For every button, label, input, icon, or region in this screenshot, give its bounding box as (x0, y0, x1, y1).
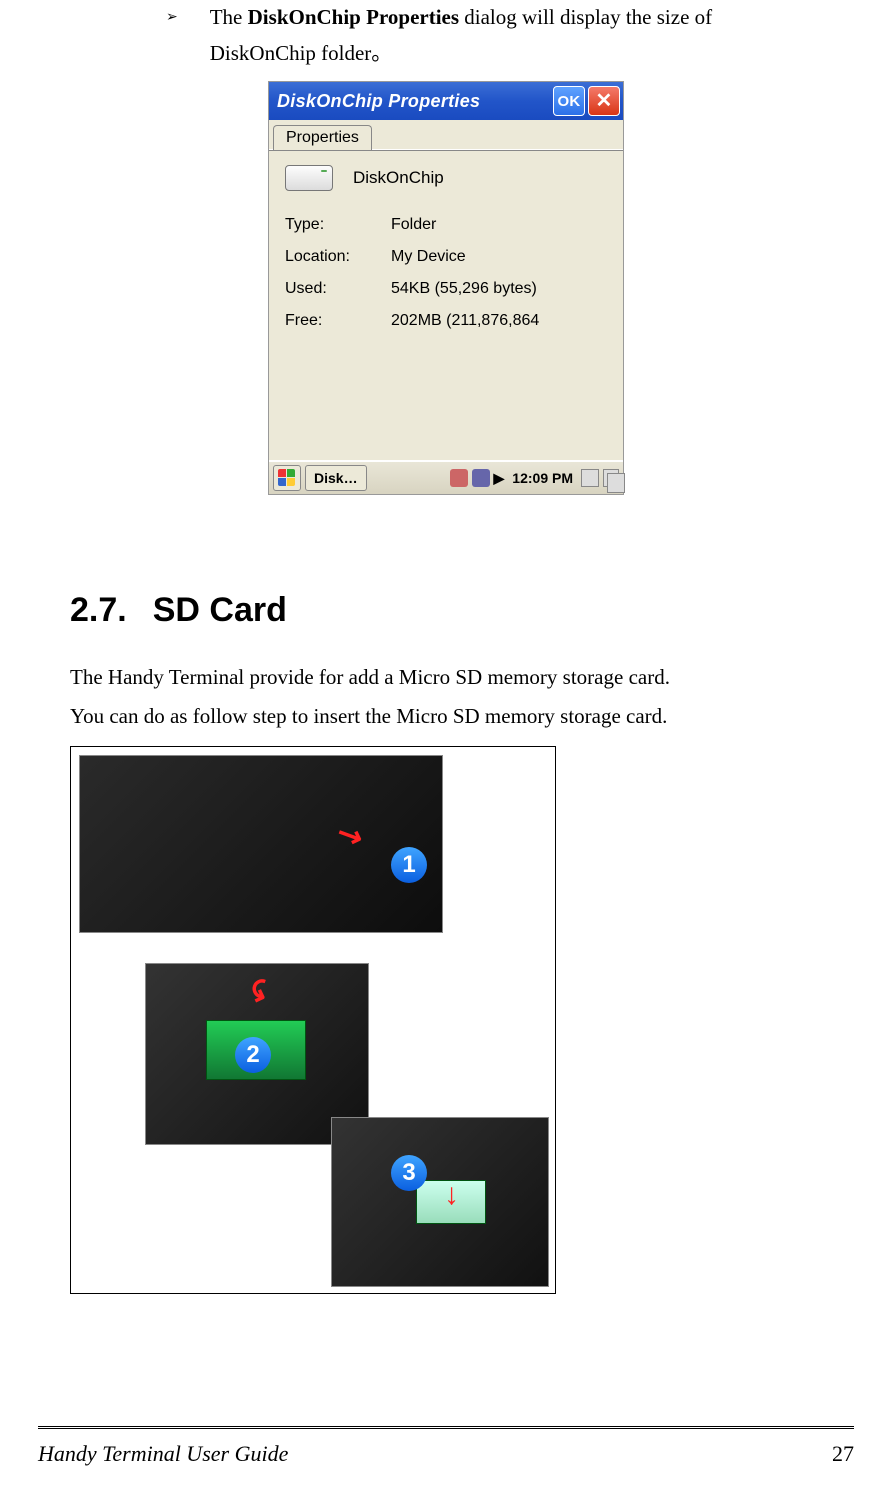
tray-arrow-icon[interactable]: ▶ (494, 470, 505, 487)
tab-strip: Properties (269, 120, 623, 150)
section-number: 2.7. (70, 591, 127, 629)
tab-properties[interactable]: Properties (273, 125, 372, 150)
tab-panel: DiskOnChip Type: Folder Location: My Dev… (269, 150, 623, 460)
label-free: Free: (285, 305, 369, 337)
taskbar-task[interactable]: Disk… (305, 465, 367, 491)
window-title: DiskOnChip Properties (277, 91, 550, 112)
section-heading: 2.7. SD Card (70, 591, 822, 630)
windows-flag-icon (278, 469, 296, 487)
photo-step-1: ↘ (79, 755, 443, 933)
step-marker-3: 3 (391, 1155, 427, 1191)
value-free: 202MB (211,876,864 (391, 305, 539, 337)
clock[interactable]: 12:09 PM (508, 470, 577, 486)
section-body: The Handy Terminal provide for add a Mic… (70, 658, 822, 736)
bullet-text: The DiskOnChip Properties dialog will di… (210, 0, 822, 71)
arrow-icon: ↓ (444, 1178, 459, 1212)
instruction-photo: ↘ ↶ ↓ 1 2 3 (70, 746, 556, 1294)
label-used: Used: (285, 273, 369, 305)
body-line: You can do as follow step to insert the … (70, 697, 822, 736)
ok-button[interactable]: OK (553, 86, 585, 116)
arrow-icon: ↘ (331, 814, 369, 856)
value-location: My Device (391, 241, 466, 273)
section-title: SD Card (153, 591, 287, 629)
tray-icon[interactable] (472, 469, 490, 487)
body-line: The Handy Terminal provide for add a Mic… (70, 658, 822, 697)
tray-windows-icon[interactable] (603, 469, 619, 487)
page-number: 27 (832, 1441, 854, 1467)
value-type: Folder (391, 209, 436, 241)
bullet-symbol: ➢ (166, 0, 178, 71)
close-button[interactable]: ✕ (588, 86, 620, 116)
start-button[interactable] (273, 465, 301, 491)
step-marker-2: 2 (235, 1037, 271, 1073)
bullet-item: ➢ The DiskOnChip Properties dialog will … (166, 0, 822, 71)
step-marker-1: 1 (391, 847, 427, 883)
tray-screen-icon[interactable] (581, 469, 599, 487)
photo-step-3: ↓ (331, 1117, 549, 1287)
arrow-icon: ↶ (242, 974, 283, 1010)
footer-rule (38, 1426, 854, 1429)
object-name: DiskOnChip (353, 168, 444, 188)
tray-icon[interactable] (450, 469, 468, 487)
page-footer: Handy Terminal User Guide 27 (38, 1441, 854, 1467)
value-used: 54KB (55,296 bytes) (391, 273, 537, 305)
taskbar: Disk… ▶ 12:09 PM (269, 460, 623, 494)
footer-title: Handy Terminal User Guide (38, 1441, 288, 1467)
system-tray: ▶ 12:09 PM (450, 469, 619, 487)
screenshot-diskonchip-dialog: DiskOnChip Properties OK ✕ Properties Di… (268, 81, 624, 495)
label-type: Type: (285, 209, 369, 241)
drive-icon (285, 165, 333, 191)
label-location: Location: (285, 241, 369, 273)
window-titlebar: DiskOnChip Properties OK ✕ (269, 82, 623, 120)
